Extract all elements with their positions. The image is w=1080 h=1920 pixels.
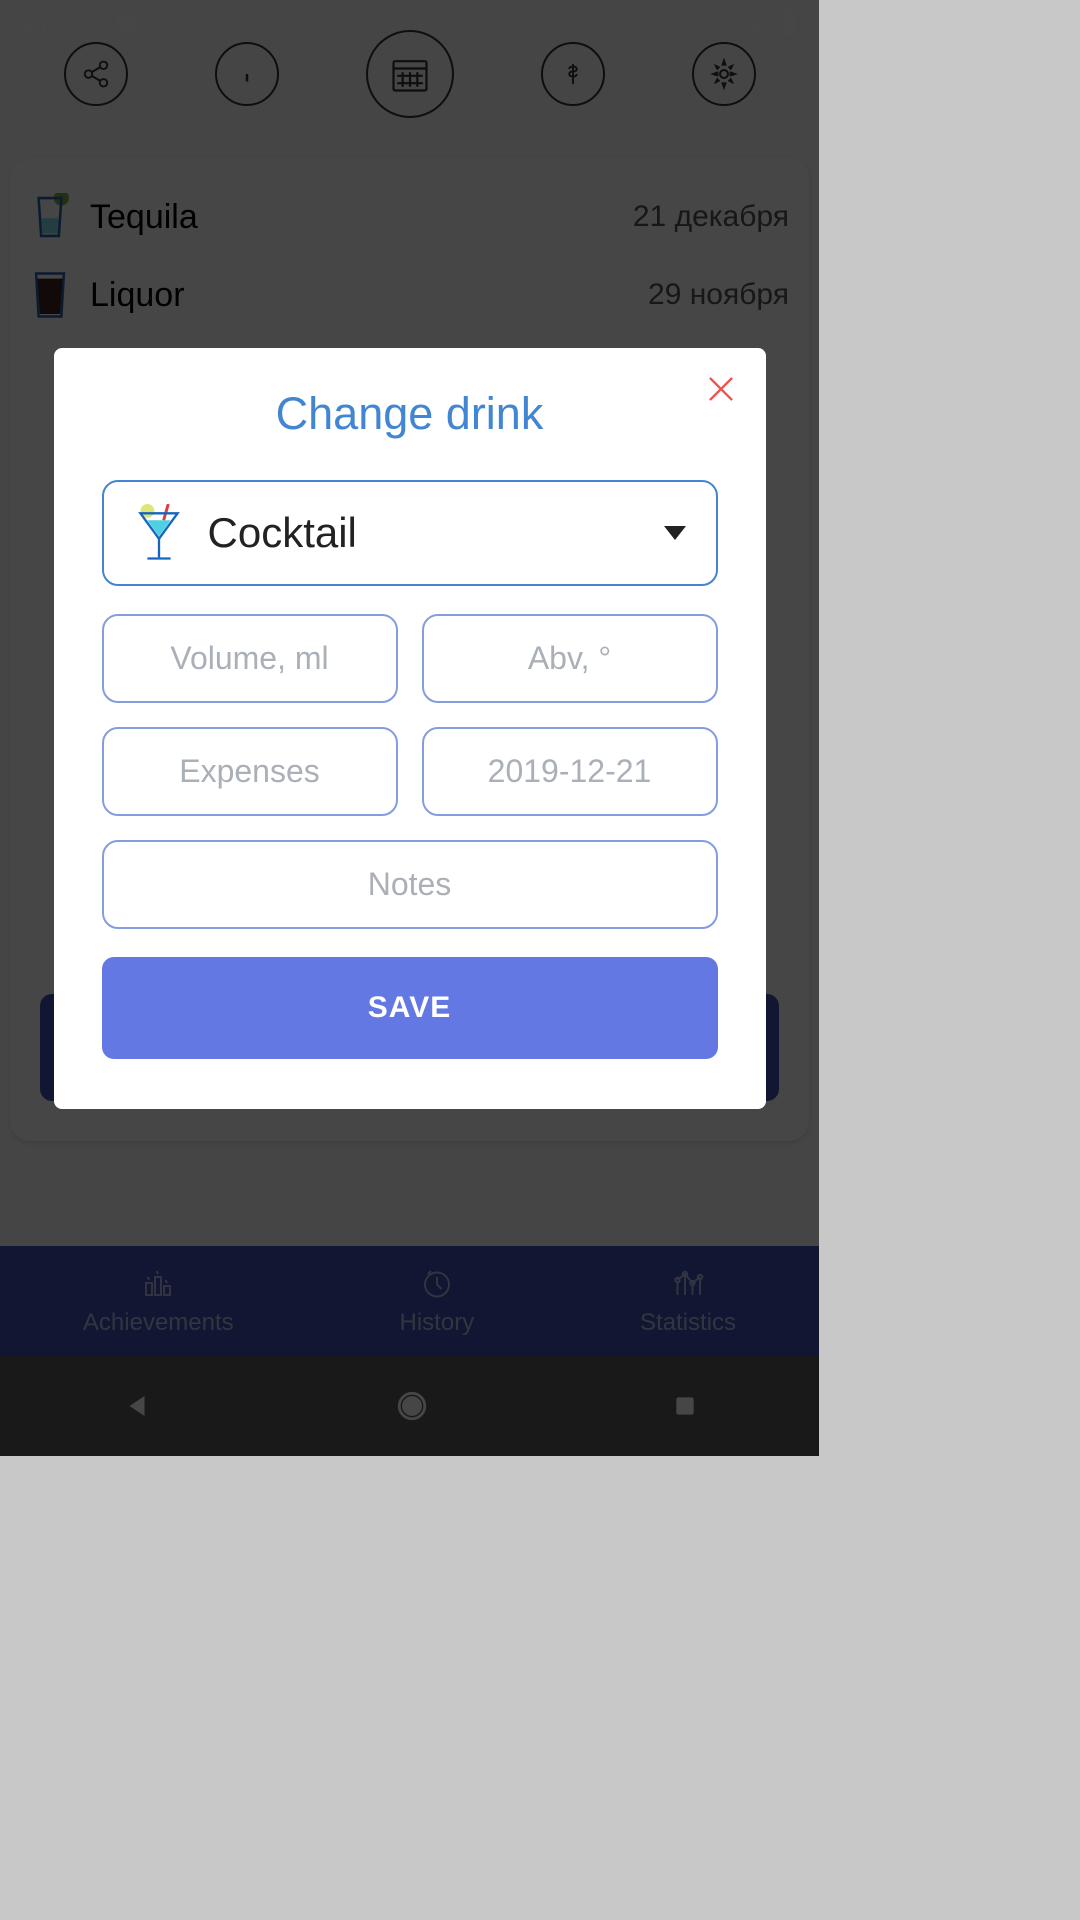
close-icon[interactable]	[702, 370, 742, 410]
save-button[interactable]: SAVE	[102, 957, 718, 1059]
modal-overlay[interactable]: Change drink Cocktail Volume, ml Abv, ° …	[0, 0, 819, 1456]
expenses-input[interactable]: Expenses	[102, 727, 398, 816]
drink-select[interactable]: Cocktail	[102, 480, 718, 586]
modal-title: Change drink	[102, 388, 718, 440]
chevron-down-icon	[664, 526, 686, 540]
change-drink-modal: Change drink Cocktail Volume, ml Abv, ° …	[54, 348, 766, 1109]
abv-input[interactable]: Abv, °	[422, 614, 718, 703]
notes-input[interactable]: Notes	[102, 840, 718, 929]
selected-drink-label: Cocktail	[208, 509, 357, 557]
date-input[interactable]: 2019-12-21	[422, 727, 718, 816]
cocktail-icon	[134, 504, 184, 562]
volume-input[interactable]: Volume, ml	[102, 614, 398, 703]
